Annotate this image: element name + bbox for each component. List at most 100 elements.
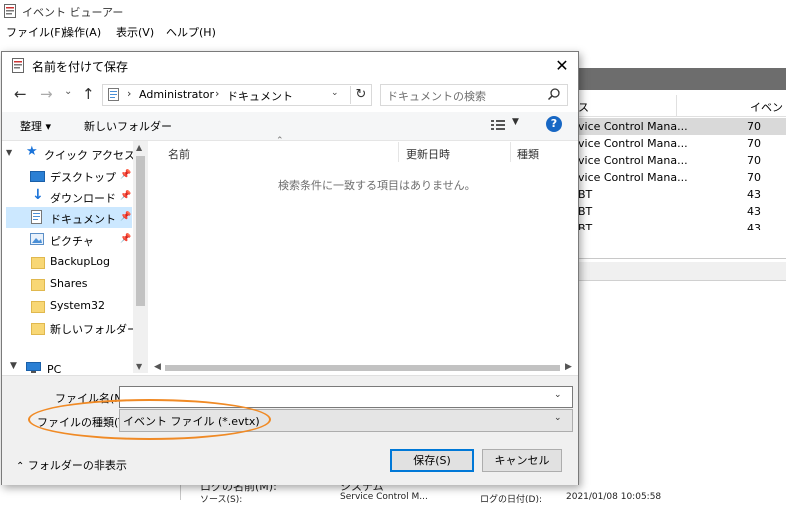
highlight-annotation	[28, 399, 271, 440]
column-separator[interactable]	[398, 142, 399, 162]
event-row[interactable]: vice Control Mana... 70	[575, 169, 786, 186]
column-type[interactable]: 種類	[517, 146, 539, 162]
hide-folders-toggle[interactable]: ⌃ フォルダーの非表示	[16, 457, 127, 473]
recent-locations-chevron-icon[interactable]: ⌄	[64, 86, 72, 97]
breadcrumb-chevron-icon[interactable]: ›	[127, 87, 131, 100]
pin-icon: 📌	[120, 191, 132, 201]
chevron-up-icon: ⌃	[16, 461, 25, 472]
column-date-modified[interactable]: 更新日時	[406, 146, 450, 162]
chevron-down-icon: ▼	[512, 117, 519, 127]
nav-item-shares[interactable]: Shares	[6, 273, 132, 294]
event-source: vice Control Mana...	[578, 120, 688, 133]
pane-divider	[575, 258, 786, 259]
sort-chevron-icon: ⌃	[276, 136, 284, 146]
help-button[interactable]: ?	[546, 116, 562, 132]
file-list-pane	[149, 141, 575, 373]
nav-item-label: System32	[50, 299, 106, 312]
star-icon: ★	[26, 144, 38, 159]
event-row[interactable]: vice Control Mana... 70	[575, 118, 786, 135]
folder-icon	[31, 257, 45, 269]
organize-button[interactable]: 整理 ▾	[20, 118, 51, 134]
chevron-down-icon[interactable]: ⌄	[554, 413, 562, 423]
desktop-icon	[30, 171, 45, 182]
event-source: vice Control Mana...	[578, 137, 688, 150]
chevron-down-icon: ▼	[6, 148, 13, 157]
pin-icon: 📌	[120, 170, 132, 180]
view-options-button[interactable]: ▼	[490, 116, 524, 134]
back-arrow-icon[interactable]: ←	[14, 85, 27, 103]
menu-help[interactable]: ヘルプ(H)	[166, 24, 216, 40]
dialog-title: 名前を付けて保存	[32, 60, 129, 74]
save-button[interactable]: 保存(S)	[390, 449, 474, 472]
pin-icon: 📌	[120, 212, 132, 222]
column-separator[interactable]	[510, 142, 511, 162]
event-source: BT	[578, 222, 593, 230]
nav-item-label: クイック アクセス	[44, 149, 135, 162]
document-icon	[31, 210, 42, 224]
scroll-left-icon[interactable]: ◀	[154, 362, 161, 372]
breadcrumb-administrator[interactable]: Administrator	[139, 88, 214, 101]
nav-item-label: デスクトップ	[50, 171, 116, 184]
nav-item-backuplog[interactable]: BackupLog	[6, 251, 132, 272]
picture-icon	[30, 233, 44, 245]
event-row[interactable]: vice Control Mana... 70	[575, 152, 786, 169]
nav-item-new-folder[interactable]: 新しいフォルダー	[6, 317, 138, 338]
nav-item-system32[interactable]: System32	[6, 295, 132, 316]
event-source: vice Control Mana...	[578, 171, 688, 184]
nav-item-documents[interactable]: ドキュメント 📌	[6, 207, 132, 228]
nav-item-desktop[interactable]: デスクトップ 📌	[6, 165, 132, 186]
computer-icon	[26, 362, 41, 373]
refresh-icon[interactable]: ↻	[350, 86, 371, 104]
download-icon: ↓	[32, 187, 44, 203]
date-value: 2021/01/08 10:05:58	[566, 492, 662, 502]
nav-item-pictures[interactable]: ピクチャ 📌	[6, 229, 132, 250]
nav-item-label: 新しいフォルダー	[50, 323, 138, 336]
event-source: BT	[578, 205, 593, 218]
menu-action[interactable]: 操作(A)	[63, 24, 101, 40]
breadcrumb-documents[interactable]: ドキュメント	[227, 88, 293, 104]
nav-scrollbar-thumb[interactable]	[136, 156, 145, 306]
nav-item-label: ドキュメント	[50, 213, 116, 226]
event-row[interactable]: BT 43	[575, 186, 786, 203]
source-value: Service Control M...	[340, 492, 428, 502]
close-button[interactable]: ✕	[550, 55, 574, 77]
navigation-pane: ▼ ★ クイック アクセス デスクトップ 📌 ↓ ダウンロード 📌 ドキュメント…	[2, 141, 148, 373]
folder-icon	[31, 323, 45, 335]
search-input[interactable]: ドキュメントの検索	[380, 84, 568, 106]
pin-icon: 📌	[120, 234, 132, 244]
save-as-dialog: 名前を付けて保存 ✕ ← → ⌄ ↑ › Administrator › ドキュ…	[1, 51, 579, 485]
nav-item-downloads[interactable]: ↓ ダウンロード 📌	[6, 186, 132, 207]
empty-message: 検索条件に一致する項目はありません。	[278, 179, 476, 192]
event-id: 70	[747, 171, 761, 184]
chevron-down-icon[interactable]: ▼	[10, 361, 17, 371]
forward-arrow-icon[interactable]: →	[40, 85, 53, 103]
event-viewer-icon	[4, 4, 16, 18]
chevron-down-icon[interactable]: ⌄	[554, 390, 562, 400]
event-id: 43	[747, 188, 761, 201]
scroll-up-icon[interactable]: ▲	[136, 143, 142, 152]
menu-file[interactable]: ファイル(F)	[6, 24, 65, 40]
address-bar[interactable]: › Administrator › ドキュメント ⌄ ↻	[102, 84, 372, 106]
details-tab-bar	[575, 262, 786, 281]
event-row[interactable]: BT 43	[575, 220, 786, 230]
date-label: ログの日付(D):	[480, 495, 542, 505]
source-label: ソース(S):	[200, 495, 243, 505]
chevron-down-icon[interactable]: ⌄	[331, 88, 339, 98]
breadcrumb-chevron-icon[interactable]: ›	[215, 87, 219, 100]
event-row[interactable]: BT 43	[575, 203, 786, 220]
event-row[interactable]: vice Control Mana... 70	[575, 135, 786, 152]
menu-view[interactable]: 表示(V)	[116, 24, 154, 40]
column-source[interactable]: ス	[578, 99, 589, 115]
nav-item-label: Shares	[50, 277, 88, 290]
app-title: イベント ビューアー	[22, 6, 124, 19]
nav-quick-access[interactable]: ▼ ★ クイック アクセス	[6, 143, 135, 164]
new-folder-button[interactable]: 新しいフォルダー	[84, 118, 172, 134]
up-arrow-icon[interactable]: ↑	[82, 85, 95, 103]
cancel-button[interactable]: キャンセル	[482, 449, 562, 472]
scroll-right-icon[interactable]: ▶	[565, 362, 572, 372]
event-viewer-icon	[12, 58, 24, 73]
column-name[interactable]: 名前	[168, 146, 190, 162]
event-id: 43	[747, 205, 761, 218]
horizontal-scrollbar-thumb[interactable]	[165, 365, 560, 371]
search-placeholder: ドキュメントの検索	[387, 90, 486, 103]
